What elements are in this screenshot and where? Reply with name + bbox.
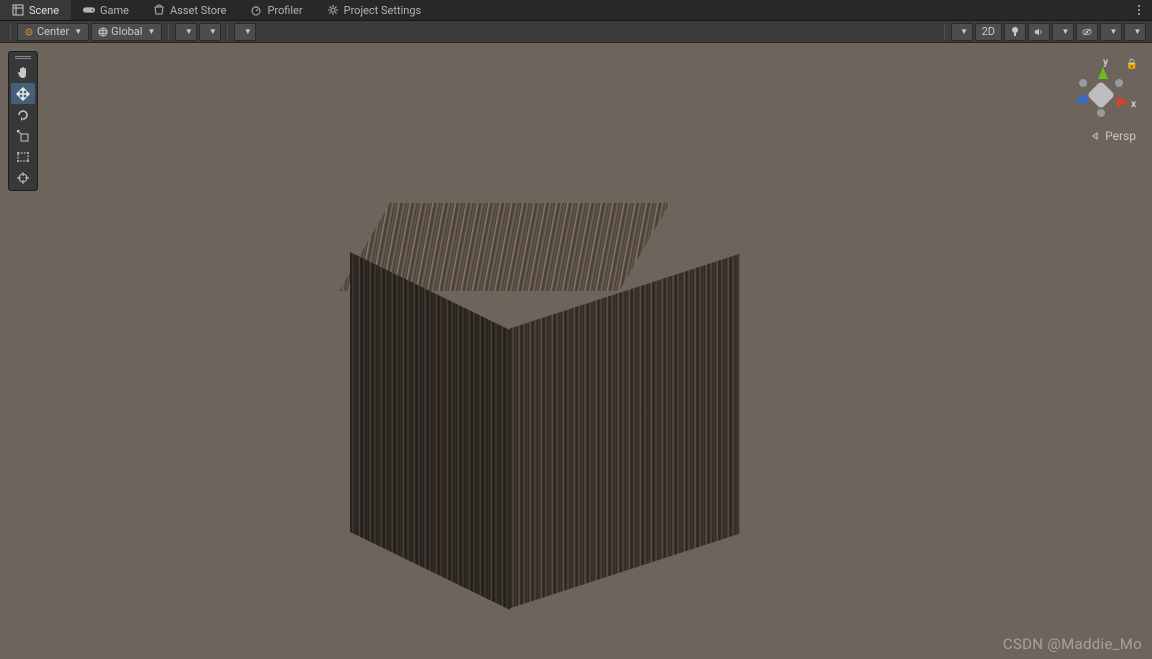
debug-draw-dropdown[interactable]: ▼ (951, 23, 973, 41)
tab-scene-label: Scene (29, 4, 59, 17)
lightbulb-icon (1010, 26, 1020, 38)
tab-game-label: Game (100, 4, 129, 17)
scene-object-cube[interactable] (340, 203, 740, 603)
eye-icon (1082, 27, 1092, 37)
pivot-mode-label: Center (37, 25, 69, 38)
chevron-down-icon: ▼ (1062, 27, 1070, 36)
kebab-menu-icon[interactable] (1134, 4, 1144, 16)
axis-gizmo[interactable]: y x (1071, 67, 1131, 123)
chevron-down-icon: ▼ (1134, 27, 1142, 36)
gizmos-dropdown[interactable]: ▼ (1124, 23, 1146, 41)
separator (944, 25, 945, 39)
cube-face-right (510, 254, 740, 609)
pivot-mode-dropdown[interactable]: Center ▼ (17, 23, 89, 41)
axis-x-label: x (1131, 99, 1136, 110)
tab-scene[interactable]: Scene (0, 0, 71, 20)
grid-snap-dropdown[interactable]: ▼ (175, 23, 197, 41)
separator (168, 25, 169, 39)
mode-2d-toggle[interactable]: 2D (975, 23, 1002, 41)
visibility-toggle[interactable] (1076, 23, 1098, 41)
lighting-toggle[interactable] (1004, 23, 1026, 41)
move-tool[interactable] (11, 83, 35, 104)
chevron-down-icon: ▼ (1110, 27, 1118, 36)
toolbar-right: ▼ 2D ▼ ▼ ▼ (940, 23, 1146, 41)
move-icon (16, 87, 30, 101)
profiler-icon (250, 4, 262, 16)
increment-snap-dropdown[interactable]: ▼ (234, 23, 256, 41)
projection-mode[interactable]: Persp (1066, 129, 1136, 143)
mode-2d-label: 2D (982, 25, 995, 38)
scene-icon (12, 4, 24, 16)
chevron-down-icon: ▼ (244, 27, 252, 36)
tab-project-settings-label: Project Settings (344, 4, 422, 17)
space-mode-dropdown[interactable]: Global ▼ (91, 23, 162, 41)
axis-neg-nub[interactable] (1097, 109, 1105, 117)
axis-neg-nub[interactable] (1079, 79, 1087, 87)
hand-icon (16, 66, 30, 80)
axis-y-cone[interactable] (1098, 67, 1108, 79)
scale-tool[interactable] (11, 125, 35, 146)
rotate-icon (16, 108, 30, 122)
tab-profiler-label: Profiler (267, 4, 302, 17)
rotate-tool[interactable] (11, 104, 35, 125)
tab-asset-store[interactable]: Asset Store (141, 0, 238, 20)
transform-tool[interactable] (11, 167, 35, 188)
audio-toggle[interactable] (1028, 23, 1050, 41)
rect-tool[interactable] (11, 146, 35, 167)
pivot-icon (24, 27, 34, 37)
hand-tool[interactable] (11, 62, 35, 83)
persp-icon (1092, 131, 1102, 141)
rect-icon (16, 150, 30, 164)
chevron-down-icon: ▼ (74, 27, 82, 36)
tab-project-settings[interactable]: Project Settings (315, 0, 434, 20)
axis-y-label: y (1103, 57, 1108, 68)
cube-face-left (350, 252, 510, 610)
separator (227, 25, 228, 39)
orientation-gizmo[interactable]: 🔒 y x Persp (1066, 59, 1136, 143)
scene-toolbar: Center ▼ Global ▼ ▼ ▼ ▼ ▼ 2D (0, 21, 1152, 43)
snap-dropdown[interactable]: ▼ (199, 23, 221, 41)
palette-grip[interactable] (11, 54, 35, 60)
persp-label: Persp (1105, 129, 1136, 143)
chevron-down-icon: ▼ (960, 27, 968, 36)
tab-bar: Scene Game Asset Store Profiler Project … (0, 0, 1152, 21)
transform-icon (16, 171, 30, 185)
game-icon (83, 4, 95, 16)
axis-neg-nub[interactable] (1115, 79, 1123, 87)
gear-icon (327, 4, 339, 16)
effects-dropdown[interactable]: ▼ (1052, 23, 1074, 41)
chevron-down-icon: ▼ (209, 27, 217, 36)
camera-dropdown[interactable]: ▼ (1100, 23, 1122, 41)
speaker-icon (1034, 27, 1044, 37)
tab-profiler[interactable]: Profiler (238, 0, 314, 20)
watermark: CSDN @Maddie_Mo (1003, 635, 1142, 653)
globe-icon (98, 27, 108, 37)
chevron-down-icon: ▼ (147, 27, 155, 36)
axis-z-cone[interactable] (1074, 93, 1089, 107)
asset-store-icon (153, 4, 165, 16)
separator (10, 25, 11, 39)
chevron-down-icon: ▼ (185, 27, 193, 36)
scale-icon (16, 129, 30, 143)
tab-game[interactable]: Game (71, 0, 141, 20)
tool-palette (8, 51, 38, 191)
space-mode-label: Global (111, 25, 142, 38)
gizmo-center (1087, 81, 1115, 109)
scene-viewport[interactable]: 🔒 y x Persp CSDN @Maddie_Mo (0, 43, 1152, 659)
tab-asset-store-label: Asset Store (170, 4, 226, 17)
axis-x-cone[interactable] (1117, 97, 1129, 107)
